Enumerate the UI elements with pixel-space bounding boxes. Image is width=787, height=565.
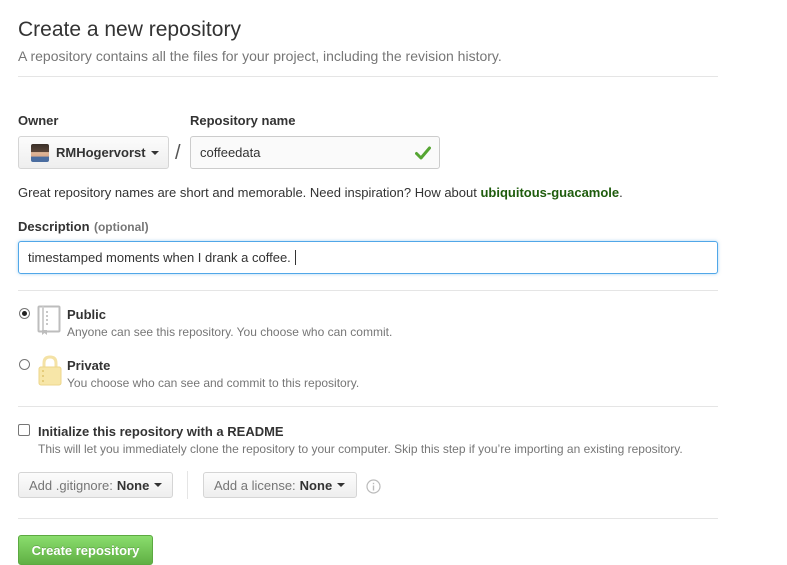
repo-icon [37, 305, 61, 335]
description-input[interactable]: timestamped moments when I drank a coffe… [18, 241, 718, 274]
lock-icon [38, 355, 62, 386]
gitignore-select[interactable]: Add .gitignore: None [18, 472, 173, 498]
text-cursor [294, 250, 296, 265]
public-radio[interactable] [19, 308, 30, 319]
description-label-group: Description (optional) [18, 218, 149, 236]
avatar [31, 143, 49, 162]
chevron-down-icon [154, 483, 163, 487]
page-title: Create a new repository [18, 18, 241, 41]
readme-checkbox[interactable] [18, 424, 30, 436]
repo-name-value: coffeedata [200, 145, 261, 160]
repo-name-label: Repository name [190, 113, 296, 128]
check-icon [415, 146, 431, 160]
chevron-down-icon [150, 150, 159, 155]
public-label: Public [67, 307, 107, 322]
private-radio[interactable] [19, 359, 30, 370]
suggestion-link[interactable]: ubiquitous-guacamole [480, 185, 619, 200]
chevron-down-icon [337, 483, 346, 487]
divider [18, 406, 718, 407]
owner-select[interactable]: RMHogervorst [18, 136, 169, 169]
owner-repo-separator: / [175, 142, 181, 164]
info-icon[interactable] [366, 479, 381, 494]
owner-label: Owner [18, 113, 59, 128]
suggestion-suffix: . [619, 185, 623, 200]
license-label: Add a license: [214, 477, 296, 493]
name-suggestion: Great repository names are short and mem… [18, 185, 623, 200]
gitignore-label: Add .gitignore: [29, 477, 113, 493]
page-description: A repository contains all the files for … [18, 48, 502, 64]
divider [18, 76, 718, 77]
owner-name: RMHogervorst [56, 145, 146, 160]
repo-name-input[interactable]: coffeedata [190, 136, 440, 169]
select-divider [187, 471, 188, 499]
description-label: Description [18, 219, 90, 234]
divider [18, 518, 718, 519]
optional-hint: (optional) [93, 220, 149, 234]
create-repository-button[interactable]: Create repository [18, 535, 153, 565]
suggestion-text: Great repository names are short and mem… [18, 185, 481, 200]
private-label: Private [67, 358, 111, 373]
gitignore-value: None [116, 477, 150, 493]
license-select[interactable]: Add a license: None [203, 472, 357, 498]
license-value: None [299, 477, 333, 493]
description-value: timestamped moments when I drank a coffe… [28, 250, 291, 265]
public-description: Anyone can see this repository. You choo… [67, 325, 393, 339]
readme-label: Initialize this repository with a README [38, 424, 284, 439]
divider [18, 290, 718, 291]
readme-description: This will let you immediately clone the … [38, 442, 683, 456]
private-description: You choose who can see and commit to thi… [67, 376, 360, 390]
